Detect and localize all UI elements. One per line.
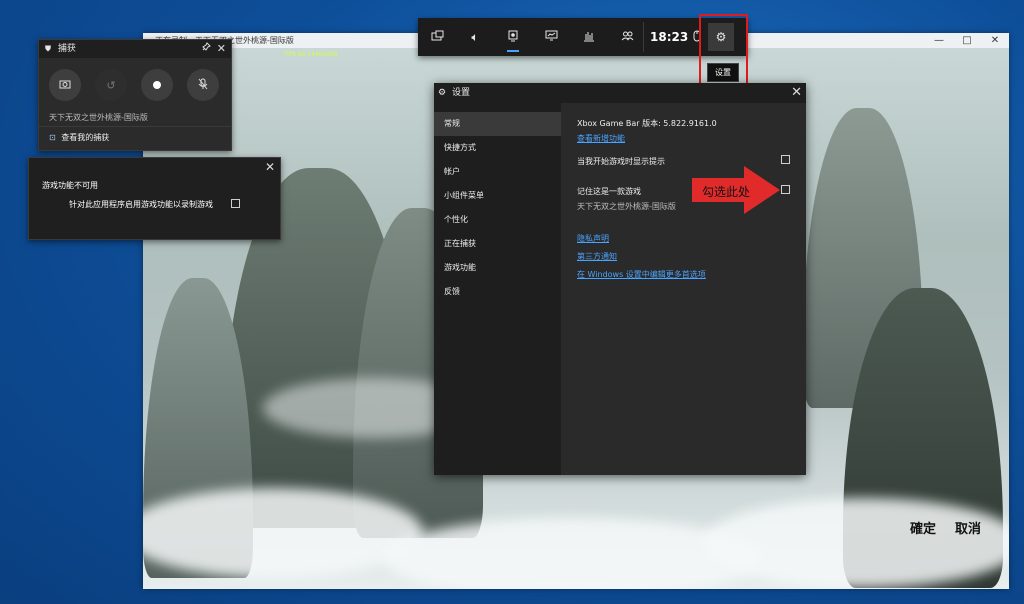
close-icon[interactable]: ✕ (217, 40, 226, 58)
capture-widget: ⛊ 捕获 ✕ ↺ 天下无双之世外桃源-国际版 ⊡ 查看我的捕获 (38, 39, 232, 151)
show-tips-checkbox[interactable] (781, 155, 790, 164)
privacy-link[interactable]: 隐私声明 (577, 233, 609, 244)
xbox-social-icon (621, 30, 634, 44)
capture-game-name: 天下无双之世外桃源-国际版 (49, 113, 148, 122)
performance-icon (545, 30, 558, 44)
see-my-captures-link[interactable]: ⊡ 查看我的捕获 (39, 126, 231, 149)
record-last-icon: ↺ (106, 78, 116, 92)
highlight-box-annotation (699, 14, 748, 88)
audio-icon: 🔈︎ (471, 29, 479, 44)
nav-item-personalization[interactable]: 个性化 (434, 208, 561, 232)
show-tips-label: 当我开始游戏时显示提示 (577, 157, 665, 166)
settings-gear-icon: ⚙ (438, 88, 447, 98)
performance-button[interactable] (536, 18, 566, 56)
third-party-link[interactable]: 第三方通知 (577, 251, 617, 262)
nav-item-shortcuts[interactable]: 快捷方式 (434, 136, 561, 160)
popup-close-icon[interactable]: ✕ (265, 160, 275, 174)
screenshot-button[interactable] (49, 69, 81, 101)
nav-item-account[interactable]: 帐户 (434, 160, 561, 184)
arrow-annotation: 勾选此处 (692, 166, 780, 214)
mic-off-icon (198, 78, 208, 93)
settings-header[interactable]: ⚙ 设置 ✕ (434, 83, 806, 103)
game-features-popup: ✕ 游戏功能不可用 针对此应用程序启用游戏功能以录制游戏 (28, 157, 281, 240)
windows-settings-link[interactable]: 在 Windows 设置中编辑更多首选项 (577, 269, 706, 280)
settings-close-icon[interactable]: ✕ (791, 83, 802, 103)
settings-nav: 常规 快捷方式 帐户 小组件菜单 个性化 正在捕获 游戏功能 反馈 (434, 103, 561, 475)
remember-game-checkbox[interactable] (781, 185, 790, 194)
camera-icon (59, 79, 71, 92)
record-button[interactable] (141, 69, 173, 101)
capture-widget-header[interactable]: ⛊ 捕获 ✕ (39, 40, 231, 58)
game-confirm-button[interactable]: 確定 (910, 518, 936, 537)
capture-button[interactable] (498, 18, 528, 56)
capture-icon (507, 30, 519, 45)
resources-button[interactable] (574, 18, 604, 56)
game-features-title: 游戏功能不可用 (42, 181, 98, 190)
remember-game-name: 天下无双之世外桃源-国际版 (577, 202, 676, 211)
remember-game-label: 记住这是一款游戏 (577, 187, 641, 196)
audio-button[interactable]: 🔈︎ (460, 18, 490, 56)
whats-new-link[interactable]: 查看新增功能 (577, 133, 625, 144)
nav-item-gaming-features[interactable]: 游戏功能 (434, 256, 561, 280)
maximize-button[interactable]: □ (953, 33, 981, 48)
gallery-icon: ⊡ (49, 133, 56, 142)
toolbar-divider (643, 22, 644, 52)
close-window-button[interactable]: ✕ (981, 33, 1009, 48)
capture-widget-icon: ⛊ (45, 44, 51, 53)
game-cancel-button[interactable]: 取消 (955, 518, 981, 537)
record-last-button[interactable]: ↺ (95, 69, 127, 101)
widget-menu-button[interactable] (422, 18, 452, 56)
nav-item-widget-menu[interactable]: 小组件菜单 (434, 184, 561, 208)
version-text: Xbox Game Bar 版本: 5.822.9161.0 (577, 119, 717, 128)
fps-counter: FPS 60 1440x900 (285, 51, 338, 58)
enable-game-features-label: 针对此应用程序启用游戏功能以录制游戏 (69, 200, 213, 209)
nav-item-feedback[interactable]: 反馈 (434, 280, 561, 304)
enable-game-features-checkbox[interactable] (231, 199, 240, 208)
see-my-captures-label: 查看我的捕获 (61, 133, 110, 142)
xbox-social-button[interactable] (612, 18, 642, 56)
record-icon (153, 81, 161, 89)
settings-title: 设置 (451, 88, 470, 98)
nav-item-capturing[interactable]: 正在捕获 (434, 232, 561, 256)
mic-toggle-button[interactable] (187, 69, 219, 101)
arrow-annotation-text: 勾选此处 (702, 185, 751, 199)
pin-icon[interactable] (201, 40, 211, 58)
resources-icon (583, 30, 595, 45)
settings-content: Xbox Game Bar 版本: 5.822.9161.0 查看新增功能 当我… (561, 103, 806, 475)
capture-widget-title: 捕获 (57, 44, 76, 54)
nav-item-general[interactable]: 常规 (434, 112, 561, 136)
settings-window: ⚙ 设置 ✕ 常规 快捷方式 帐户 小组件菜单 个性化 正在捕获 游戏功能 反馈… (434, 83, 806, 475)
widget-menu-icon (431, 30, 444, 45)
minimize-button[interactable]: — (925, 33, 953, 48)
